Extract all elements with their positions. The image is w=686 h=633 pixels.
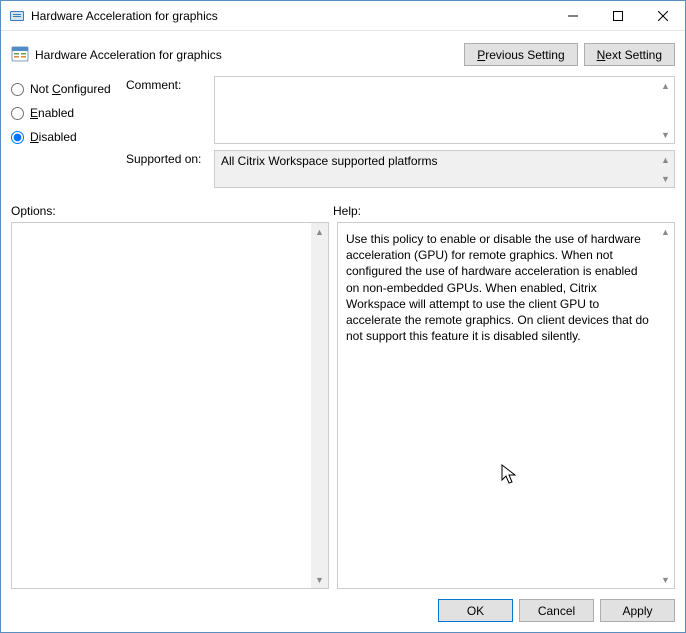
comment-box: ▲ ▼	[214, 76, 675, 144]
state-radio-group: Not Configured Enabled Disabled	[11, 76, 126, 194]
radio-disabled-label: Disabled	[30, 130, 77, 144]
next-setting-button[interactable]: Next Setting	[584, 43, 675, 66]
window-title: Hardware Acceleration for graphics	[31, 9, 550, 23]
header-row: Hardware Acceleration for graphics Previ…	[1, 31, 685, 76]
panes: ▲ ▼ Use this policy to enable or disable…	[1, 222, 685, 589]
cancel-button[interactable]: Cancel	[519, 599, 594, 622]
maximize-button[interactable]	[595, 1, 640, 30]
supported-scroll: ▲ ▼	[657, 151, 674, 187]
help-scrollbar[interactable]: ▲ ▼	[657, 223, 674, 588]
options-label: Options:	[11, 204, 333, 218]
policy-icon	[11, 46, 29, 64]
comment-input[interactable]	[215, 77, 674, 143]
options-scrollbar[interactable]: ▲ ▼	[311, 223, 328, 588]
scroll-up-icon[interactable]: ▲	[657, 223, 674, 240]
scroll-up-icon[interactable]: ▲	[311, 223, 328, 240]
window-controls	[550, 1, 685, 30]
apply-button[interactable]: Apply	[600, 599, 675, 622]
radio-not-configured-label: Not Configured	[30, 82, 111, 96]
section-labels: Options: Help:	[1, 200, 685, 222]
scroll-down-icon[interactable]: ▼	[657, 170, 674, 187]
radio-enabled-label: Enabled	[30, 106, 74, 120]
config-area: Not Configured Enabled Disabled Comment:…	[1, 76, 685, 200]
comment-label: Comment:	[126, 76, 214, 144]
titlebar: Hardware Acceleration for graphics	[1, 1, 685, 31]
help-label: Help:	[333, 204, 675, 218]
radio-disabled[interactable]: Disabled	[11, 130, 126, 144]
scroll-up-icon[interactable]: ▲	[657, 151, 674, 168]
policy-title: Hardware Acceleration for graphics	[35, 48, 458, 62]
options-pane: ▲ ▼	[11, 222, 329, 589]
footer: OK Cancel Apply	[1, 589, 685, 632]
supported-on-box: All Citrix Workspace supported platforms…	[214, 150, 675, 188]
scroll-down-icon[interactable]: ▼	[311, 571, 328, 588]
radio-not-configured-input[interactable]	[11, 83, 24, 96]
supported-on-value: All Citrix Workspace supported platforms	[215, 151, 674, 171]
scroll-down-icon[interactable]: ▼	[657, 126, 674, 143]
close-button[interactable]	[640, 1, 685, 30]
supported-on-label: Supported on:	[126, 150, 214, 188]
comment-scroll: ▲ ▼	[657, 77, 674, 143]
scroll-down-icon[interactable]: ▼	[657, 571, 674, 588]
previous-setting-button[interactable]: Previous Setting	[464, 43, 577, 66]
radio-enabled[interactable]: Enabled	[11, 106, 126, 120]
scroll-up-icon[interactable]: ▲	[657, 77, 674, 94]
app-icon	[9, 8, 25, 24]
help-text: Use this policy to enable or disable the…	[338, 223, 674, 352]
radio-not-configured[interactable]: Not Configured	[11, 82, 126, 96]
radio-enabled-input[interactable]	[11, 107, 24, 120]
radio-disabled-input[interactable]	[11, 131, 24, 144]
minimize-button[interactable]	[550, 1, 595, 30]
ok-button[interactable]: OK	[438, 599, 513, 622]
help-pane: Use this policy to enable or disable the…	[337, 222, 675, 589]
fields-column: Comment: ▲ ▼ Supported on: All Citrix Wo…	[126, 76, 675, 194]
